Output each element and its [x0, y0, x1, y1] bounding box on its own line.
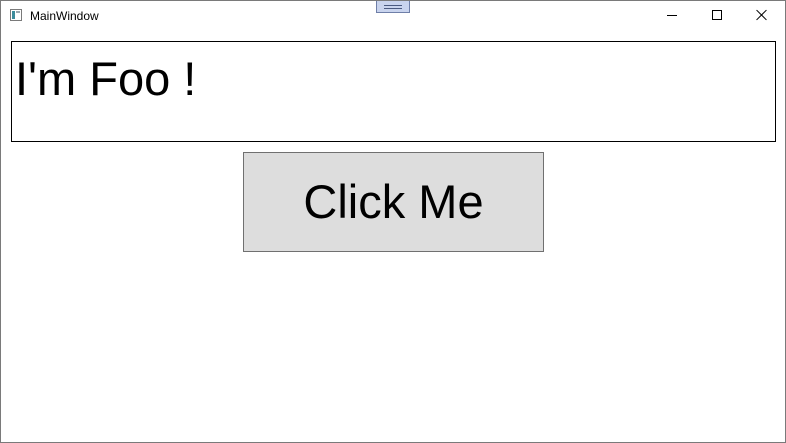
maximize-icon — [712, 10, 722, 20]
window-title: MainWindow — [30, 9, 99, 23]
minimize-icon — [667, 15, 677, 16]
title-bar[interactable]: MainWindow — [1, 1, 785, 31]
close-button[interactable] — [739, 1, 785, 31]
textbox-value: I'm Foo ! — [15, 52, 197, 105]
maximize-button[interactable] — [694, 1, 740, 31]
click-me-button[interactable]: Click Me — [243, 152, 544, 252]
main-window: MainWindow I'm Foo ! Click Me — [0, 0, 786, 443]
minimize-button[interactable] — [649, 1, 695, 31]
close-icon — [756, 9, 768, 21]
debug-toolbar-grip[interactable] — [376, 1, 410, 13]
app-window-icon[interactable] — [10, 9, 22, 21]
foo-textbox[interactable]: I'm Foo ! — [11, 41, 776, 142]
click-me-label: Click Me — [303, 175, 484, 228]
